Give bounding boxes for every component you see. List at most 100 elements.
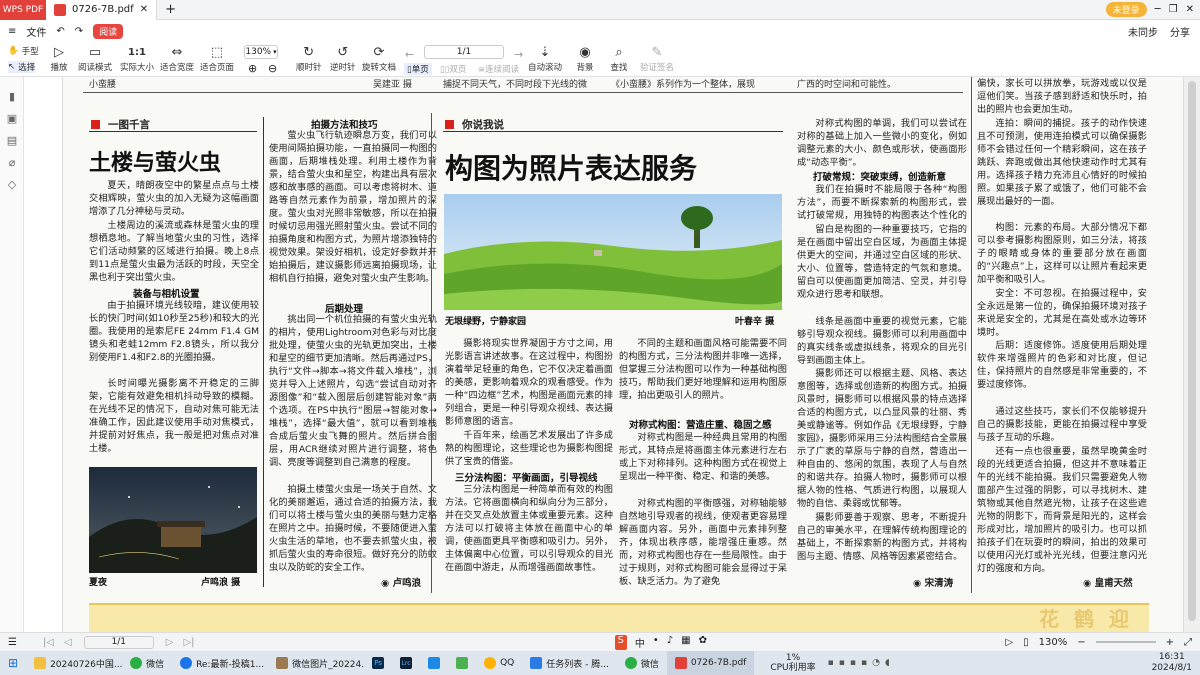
thumbnail-icon[interactable]: ▣	[6, 113, 18, 125]
mic-icon[interactable]: ♪	[667, 635, 673, 650]
share-button[interactable]: 分享	[1170, 24, 1190, 39]
app-icon	[428, 657, 441, 669]
double-page-button[interactable]: ▯▯双页	[440, 63, 466, 75]
punct-icon[interactable]: •	[653, 635, 659, 650]
zoom-out-icon[interactable]: ⊖	[268, 62, 277, 75]
taskbar-item[interactable]: 微信图片_20224...	[268, 651, 364, 675]
tray-app-icon[interactable]: ▪	[828, 658, 834, 668]
single-page-button[interactable]: ▯单页	[404, 63, 432, 75]
hamburger-menu-icon[interactable]: ≡	[8, 26, 16, 37]
document-tab[interactable]: 0726-7B.pdf ✕	[46, 0, 158, 20]
photo-credit: 叶春辛 摄	[735, 317, 775, 327]
last-page-icon[interactable]: ▷|	[183, 637, 194, 648]
left-sidebar: ▮ ▣ ▤ ⌀ ◇	[0, 77, 24, 632]
rotate-ccw-button[interactable]: ↺ 逆时针	[330, 44, 356, 74]
play-button[interactable]: ▷ 播放	[50, 44, 68, 74]
taskbar-item[interactable]	[448, 651, 476, 675]
sidebar-toggle-icon[interactable]: ☰	[8, 637, 17, 648]
next-page-status-icon[interactable]: ▷	[166, 637, 174, 648]
fit-page-button[interactable]: ⬚ 适合页面	[200, 44, 234, 74]
taskbar-item[interactable]: 20240726中国...	[26, 651, 122, 675]
sogou-ime-icon[interactable]: S	[614, 634, 627, 650]
verify-signature-button[interactable]: ✎ 验证签名	[640, 44, 674, 74]
actual-size-button[interactable]: 1:1 实际大小	[120, 44, 154, 74]
search-button[interactable]: ⌕ 查找	[610, 44, 628, 74]
tray-app-icon[interactable]: ▪	[850, 658, 856, 668]
article-paragraph: 拍摄土楼萤火虫是一场关于自然、文化的美丽邂逅，通过合适的拍摄方法，我们可以将土楼…	[269, 484, 437, 573]
new-tab-button[interactable]: +	[157, 2, 184, 17]
next-page-icon[interactable]: →	[514, 48, 523, 61]
zoom-minus-icon[interactable]: −	[1077, 637, 1085, 648]
taskbar-item-active[interactable]: 0726-7B.pdf	[666, 651, 755, 675]
tray-icons[interactable]: ▪ ▪ ▪ ▪ ◔ ◖	[828, 658, 890, 668]
page-input[interactable]: 1/1	[424, 45, 504, 59]
maximize-button[interactable]: ❐	[1169, 4, 1178, 15]
login-button[interactable]: 未登录	[1105, 2, 1147, 17]
comment-icon[interactable]: ▤	[6, 135, 18, 147]
undo-icon[interactable]: ↶	[56, 26, 64, 37]
zoom-plus-icon[interactable]: +	[1166, 637, 1174, 648]
view-mode-icon[interactable]: ▯	[1023, 637, 1029, 648]
hand-tool[interactable]: ✋ 手型	[8, 45, 39, 57]
file-menu[interactable]: 文件	[26, 24, 46, 39]
attachment-icon[interactable]: ⌀	[6, 157, 18, 169]
article-paragraph: 后期：适度修饰。适度使用后期处理软件来增强照片的色彩和对比度，但记住，保持照片的…	[977, 340, 1147, 390]
status-zoom[interactable]: 130%	[1039, 637, 1068, 648]
prev-page-icon[interactable]: ←	[405, 48, 414, 61]
keyboard-icon[interactable]: ▦	[681, 635, 690, 650]
zoom-slider[interactable]	[1095, 641, 1156, 643]
minimize-button[interactable]: ─	[1155, 4, 1161, 15]
bottom-banner: 花 鹤 迎 于	[89, 603, 1149, 632]
zoom-select[interactable]: 130% ▾	[244, 45, 278, 59]
ime-mode-icon[interactable]: 中	[635, 635, 645, 650]
taskbar-item[interactable]: Lrc	[392, 651, 420, 675]
vertical-scrollbar[interactable]	[1184, 77, 1200, 632]
rotate-cw-icon: ↻	[303, 44, 315, 60]
reading-mode-tab[interactable]: 阅读	[93, 23, 124, 39]
prev-page-status-icon[interactable]: ◁	[64, 637, 72, 648]
photo-credit: 卢鸣浪 摄	[201, 578, 241, 588]
network-icon[interactable]: ◔	[872, 658, 880, 668]
cpu-widget[interactable]: 1% CPU利用率	[770, 653, 815, 673]
select-tool[interactable]: ↖ 选择	[8, 61, 36, 73]
taskbar-item[interactable]: Ps	[364, 651, 392, 675]
taskbar-item[interactable]	[420, 651, 448, 675]
redo-icon[interactable]: ↷	[75, 26, 83, 37]
taskbar-item[interactable]: 任务列表 - 腾...	[522, 651, 617, 675]
taskbar-item[interactable]: QQ	[476, 651, 522, 675]
rotate-doc-button[interactable]: ⟳ 旋转文档	[362, 44, 396, 74]
banner-fragment: 花 鹤 迎 于	[1039, 607, 1133, 631]
auto-scroll-button[interactable]: ⇣ 自动滚动	[528, 44, 562, 74]
tray-app-icon[interactable]: ▪	[861, 658, 867, 668]
taskbar-item[interactable]: Re:最新-投稿1...	[172, 651, 268, 675]
folder-icon	[34, 657, 47, 669]
fullscreen-icon[interactable]: ⤢	[1184, 637, 1192, 648]
ime-toolbar[interactable]: S 中 • ♪ ▦ ✿	[614, 634, 707, 650]
rotate-cw-button[interactable]: ↻ 顺时针	[296, 44, 322, 74]
taskbar-item[interactable]: 微信	[122, 651, 172, 675]
layers-icon[interactable]: ◇	[6, 179, 18, 191]
play-status-icon[interactable]: ▷	[1005, 637, 1013, 648]
zoom-in-icon[interactable]: ⊕	[248, 62, 257, 75]
background-button[interactable]: ◉ 背景	[576, 44, 594, 74]
sync-status[interactable]: 未同步	[1128, 24, 1158, 39]
volume-icon[interactable]: ◖	[885, 658, 890, 668]
close-window-button[interactable]: ✕	[1186, 4, 1194, 15]
status-page-input[interactable]: 1/1	[83, 635, 154, 649]
continuous-read-button[interactable]: ≡连续阅读	[478, 63, 519, 75]
tray-app-icon[interactable]: ▪	[839, 658, 845, 668]
book-icon: ▭	[88, 44, 102, 60]
skin-icon[interactable]: ✿	[699, 635, 707, 650]
wps-brand-button[interactable]: WPS PDF	[0, 0, 46, 20]
clock[interactable]: 16:31 2024/8/1	[1152, 652, 1192, 674]
read-mode-button[interactable]: ▭ 阅读模式	[78, 44, 112, 74]
bookmark-icon[interactable]: ▮	[6, 91, 18, 103]
windows-start-icon[interactable]: ⊞	[0, 656, 26, 670]
taskbar-item[interactable]: 微信	[617, 651, 667, 675]
close-tab-icon[interactable]: ✕	[140, 4, 148, 15]
top-fragment: 吴建亚 摄	[373, 80, 412, 90]
fit-width-button[interactable]: ⇔ 适合宽度	[160, 44, 194, 74]
scroll-thumb[interactable]	[1188, 81, 1196, 621]
photo-caption: 夏夜	[89, 578, 108, 588]
first-page-icon[interactable]: |◁	[43, 637, 54, 648]
